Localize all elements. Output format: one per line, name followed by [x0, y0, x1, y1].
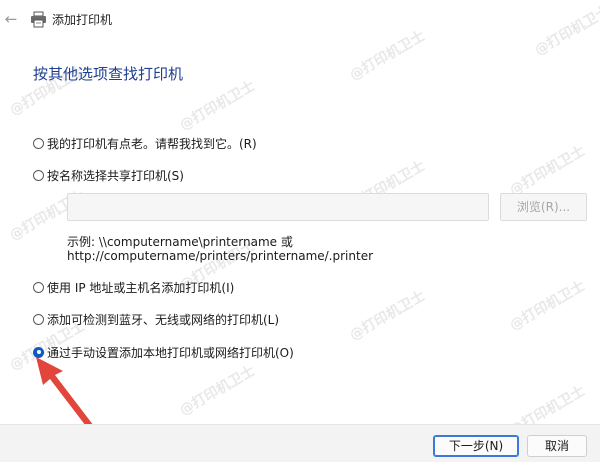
option-label: 我的打印机有点老。请帮我找到它。(R)	[47, 136, 257, 151]
radio-button[interactable]	[33, 281, 44, 293]
footer-bar: 下一步(N) 取消	[0, 424, 600, 462]
printer-icon	[31, 11, 46, 28]
radio-button[interactable]	[33, 169, 44, 181]
window-title: 添加打印机	[52, 13, 113, 27]
shared-printer-name-input[interactable]	[67, 193, 489, 221]
option-label: 按名称选择共享打印机(S)	[47, 168, 184, 183]
cancel-button[interactable]: 取消	[527, 435, 587, 457]
watermark: @打印机卫士	[507, 277, 588, 334]
radio-button[interactable]	[33, 313, 44, 325]
radio-button-selected[interactable]	[33, 346, 44, 358]
option-shared-printer[interactable]: 按名称选择共享打印机(S)	[33, 166, 184, 184]
option-label: 添加可检测到蓝牙、无线或网络的打印机(L)	[47, 312, 280, 327]
example-line: 示例: \\computername\printername 或	[67, 235, 293, 249]
example-line: http://computername/printers/printername…	[67, 249, 374, 263]
watermark: @打印机卫士	[177, 362, 258, 419]
title-bar: ← 添加打印机	[0, 0, 600, 40]
option-label: 使用 IP 地址或主机名添加打印机(I)	[47, 280, 235, 295]
watermark: @打印机卫士	[347, 287, 428, 344]
watermark: @打印机卫士	[507, 142, 588, 199]
page-title: 按其他选项查找打印机	[33, 65, 184, 83]
option-manual-setup[interactable]: 通过手动设置添加本地打印机或网络打印机(O)	[33, 343, 294, 361]
back-arrow-icon[interactable]: ←	[2, 10, 20, 28]
option-older-printer[interactable]: 我的打印机有点老。请帮我找到它。(R)	[33, 134, 257, 152]
browse-button[interactable]: 浏览(R)...	[500, 193, 587, 221]
option-ip-address[interactable]: 使用 IP 地址或主机名添加打印机(I)	[33, 278, 234, 296]
watermark: @打印机卫士	[177, 77, 258, 134]
option-bluetooth-wireless[interactable]: 添加可检测到蓝牙、无线或网络的打印机(L)	[33, 310, 279, 328]
option-label: 通过手动设置添加本地打印机或网络打印机(O)	[47, 345, 294, 360]
radio-button[interactable]	[33, 137, 44, 149]
next-button[interactable]: 下一步(N)	[433, 435, 519, 457]
